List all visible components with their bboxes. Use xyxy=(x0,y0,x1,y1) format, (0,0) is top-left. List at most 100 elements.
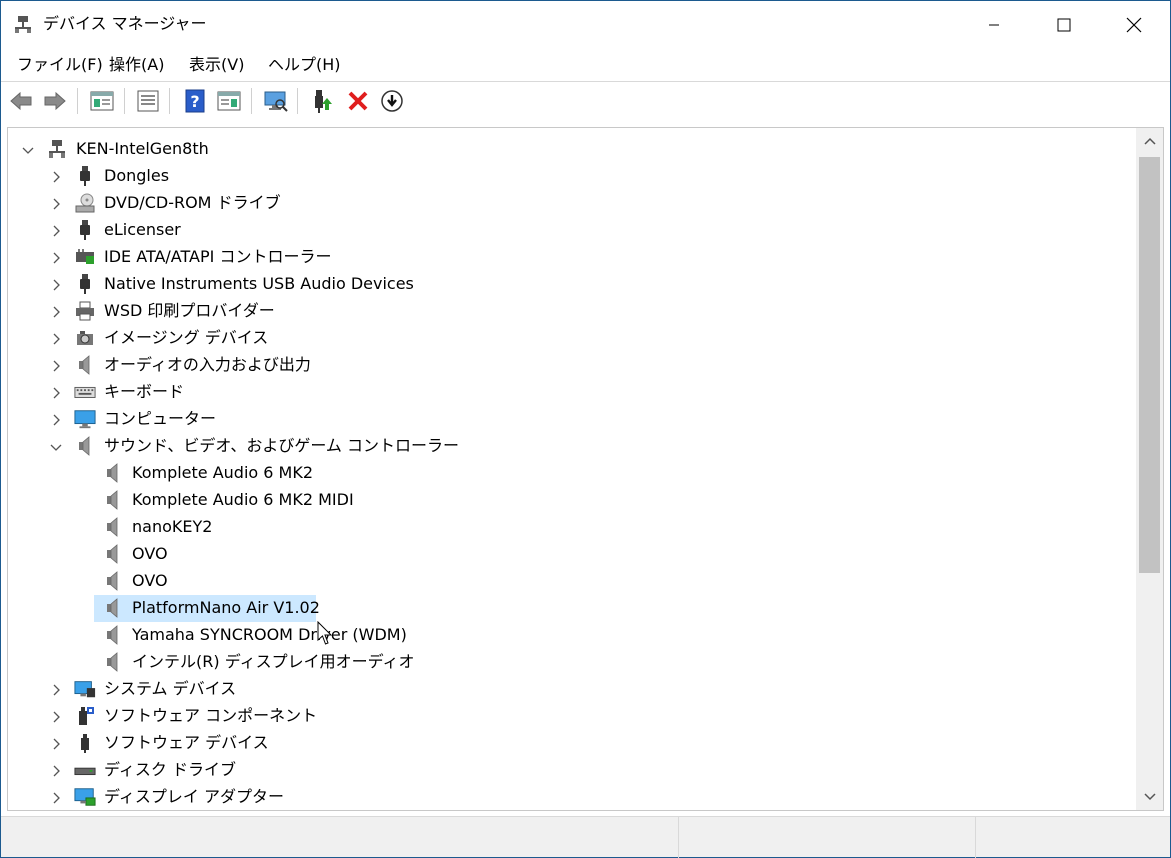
chevron-right-icon[interactable] xyxy=(49,305,63,319)
vertical-scrollbar[interactable] xyxy=(1136,128,1163,810)
chevron-right-icon[interactable] xyxy=(49,359,63,373)
tree-device[interactable]: Yamaha SYNCROOM Driver (WDM) xyxy=(8,622,1136,649)
tree-device[interactable]: PlatformNano Air V1.02 xyxy=(8,595,1136,622)
device-manager-window: デバイス マネージャー ファイル(F) 操作(A) 表示(V) ヘルプ(H) ?… xyxy=(0,0,1171,858)
speaker-icon xyxy=(74,435,96,457)
chevron-right-icon[interactable] xyxy=(49,683,63,697)
chevron-right-icon[interactable] xyxy=(49,278,63,292)
help-button[interactable]: ? xyxy=(182,88,208,114)
forward-button[interactable] xyxy=(42,88,68,114)
tree-category[interactable]: キーボード xyxy=(8,379,1136,406)
tree-category[interactable]: eLicenser xyxy=(8,217,1136,244)
scroll-down-button[interactable] xyxy=(1136,784,1163,810)
help-icon: ? xyxy=(185,89,205,113)
tree-root-computer[interactable]: KEN-IntelGen8th xyxy=(8,136,1136,163)
chevron-right-icon[interactable] xyxy=(49,737,63,751)
menu-file[interactable]: ファイル(F) xyxy=(17,54,103,76)
tree-category[interactable]: IDE ATA/ATAPI コントローラー xyxy=(8,244,1136,271)
maximize-icon xyxy=(1057,18,1071,31)
tree-category[interactable]: ソフトウェア デバイス xyxy=(8,730,1136,757)
uninstall-device-button[interactable] xyxy=(345,88,371,114)
tree-device[interactable]: OVO xyxy=(8,568,1136,595)
dvd-drive-icon xyxy=(74,192,96,214)
mouse-cursor-icon xyxy=(317,621,333,645)
menu-help[interactable]: ヘルプ(H) xyxy=(268,54,341,76)
chevron-right-icon[interactable] xyxy=(49,791,63,805)
camera-icon xyxy=(74,327,96,349)
action-pane-button[interactable] xyxy=(216,88,242,114)
show-hide-console-tree-icon xyxy=(90,91,114,111)
chevron-down-icon[interactable] xyxy=(49,440,63,454)
tree-category[interactable]: オーディオの入力および出力 xyxy=(8,352,1136,379)
software-device-icon xyxy=(74,732,96,754)
tree-category[interactable]: サウンド、ビデオ、およびゲーム コントローラー xyxy=(8,433,1136,460)
update-driver-button[interactable] xyxy=(310,88,336,114)
chevron-right-icon[interactable] xyxy=(49,197,63,211)
uninstall-device-icon xyxy=(348,91,368,111)
scroll-thumb[interactable] xyxy=(1139,157,1160,573)
tree-category[interactable]: Dongles xyxy=(8,163,1136,190)
action-pane-icon xyxy=(217,91,241,111)
device-tree[interactable]: KEN-IntelGen8th Dongles DVD/CD-ROM ドライブ eLi… xyxy=(8,128,1136,810)
chevron-right-icon[interactable] xyxy=(49,386,63,400)
properties-button[interactable] xyxy=(135,88,161,114)
tree-item-label: PlatformNano Air V1.02 xyxy=(132,598,320,617)
chevron-down-icon[interactable] xyxy=(21,143,35,157)
tree-item-label: Komplete Audio 6 MK2 xyxy=(132,463,314,482)
tree-device[interactable]: Komplete Audio 6 MK2 xyxy=(8,460,1136,487)
tree-device[interactable]: Komplete Audio 6 MK2 MIDI xyxy=(8,487,1136,514)
chevron-right-icon[interactable] xyxy=(49,764,63,778)
keyboard-icon xyxy=(74,381,96,403)
tree-item-label: インテル(R) ディスプレイ用オーディオ xyxy=(132,652,415,671)
minimize-button[interactable] xyxy=(959,1,1029,48)
tree-category[interactable]: WSD 印刷プロバイダー xyxy=(8,298,1136,325)
printer-icon xyxy=(74,300,96,322)
status-segment-main xyxy=(1,817,679,858)
tree-category[interactable]: イメージング デバイス xyxy=(8,325,1136,352)
ide-controller-icon xyxy=(74,246,96,268)
usb-plug-icon xyxy=(74,165,96,187)
tree-item-label: KEN-IntelGen8th xyxy=(76,139,209,158)
tree-category[interactable]: DVD/CD-ROM ドライブ xyxy=(8,190,1136,217)
chevron-right-icon[interactable] xyxy=(49,710,63,724)
tree-item-label: オーディオの入力および出力 xyxy=(104,355,311,374)
minimize-icon xyxy=(989,24,999,25)
tree-item-label: キーボード xyxy=(104,382,185,401)
chevron-right-icon[interactable] xyxy=(49,413,63,427)
chevron-right-icon[interactable] xyxy=(49,224,63,238)
disable-device-button[interactable] xyxy=(379,88,405,114)
tree-category[interactable]: ソフトウェア コンポーネント xyxy=(8,703,1136,730)
close-icon xyxy=(1126,17,1142,32)
chevron-right-icon[interactable] xyxy=(49,251,63,265)
disable-device-icon xyxy=(381,90,403,112)
tree-category[interactable]: Native Instruments USB Audio Devices xyxy=(8,271,1136,298)
scroll-up-button[interactable] xyxy=(1136,128,1163,154)
system-devices-icon xyxy=(74,678,96,700)
usb-plug-icon xyxy=(74,273,96,295)
tree-category[interactable]: ディスプレイ アダプター xyxy=(8,784,1136,810)
tree-item-label: サウンド、ビデオ、およびゲーム コントローラー xyxy=(104,436,460,455)
usb-plug-icon xyxy=(74,219,96,241)
console-tree-button[interactable] xyxy=(89,88,115,114)
status-bar xyxy=(1,816,1170,858)
close-button[interactable] xyxy=(1099,1,1169,48)
tree-device[interactable]: インテル(R) ディスプレイ用オーディオ xyxy=(8,649,1136,676)
chevron-up-icon xyxy=(1143,137,1156,145)
tree-category[interactable]: コンピューター xyxy=(8,406,1136,433)
toolbar: ? xyxy=(1,81,1170,117)
tree-item-label: IDE ATA/ATAPI コントローラー xyxy=(104,247,332,266)
speaker-icon xyxy=(102,597,124,619)
back-button[interactable] xyxy=(8,88,34,114)
chevron-right-icon[interactable] xyxy=(49,332,63,346)
tree-device[interactable]: nanoKEY2 xyxy=(8,514,1136,541)
scan-hardware-button[interactable] xyxy=(263,88,289,114)
menu-action[interactable]: 操作(A) xyxy=(109,54,164,76)
chevron-right-icon[interactable] xyxy=(49,170,63,184)
tree-category[interactable]: システム デバイス xyxy=(8,676,1136,703)
menu-view[interactable]: 表示(V) xyxy=(189,54,244,76)
tree-item-label: nanoKEY2 xyxy=(132,517,213,536)
title-bar: デバイス マネージャー xyxy=(1,1,1170,48)
maximize-button[interactable] xyxy=(1029,1,1099,48)
tree-device[interactable]: OVO xyxy=(8,541,1136,568)
tree-category[interactable]: ディスク ドライブ xyxy=(8,757,1136,784)
